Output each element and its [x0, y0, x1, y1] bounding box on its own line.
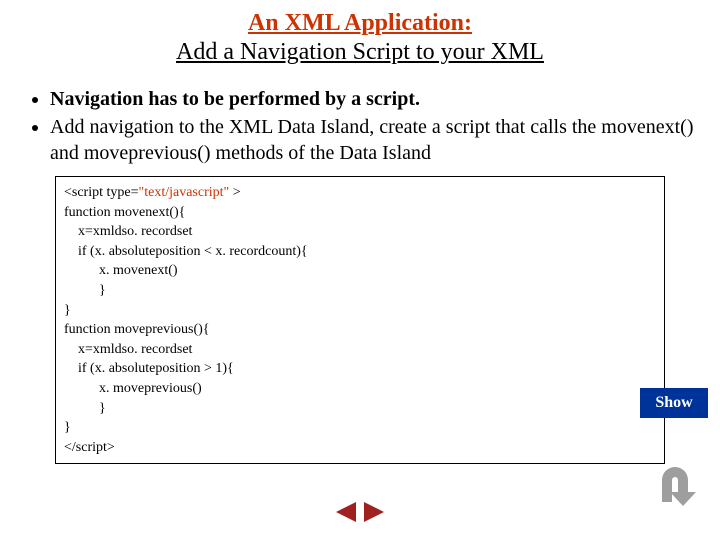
code-line: }	[64, 399, 656, 419]
slide-title: An XML Application: Add a Navigation Scr…	[0, 0, 720, 66]
code-line: x. moveprevious()	[64, 379, 656, 399]
code-line: function moveprevious(){	[64, 320, 656, 340]
code-line: x=xmldso. recordset	[64, 340, 656, 360]
title-line-2: Add a Navigation Script to your XML	[0, 39, 720, 66]
code-line: </script>	[64, 438, 656, 458]
show-button[interactable]: Show	[640, 388, 708, 418]
bullet-item-1: Navigation has to be performed by a scri…	[50, 86, 710, 112]
bullet-item-2: Add navigation to the XML Data Island, c…	[50, 114, 710, 166]
code-line: if (x. absoluteposition > 1){	[64, 359, 656, 379]
uturn-icon[interactable]	[650, 462, 700, 512]
code-line: function movenext(){	[64, 203, 656, 223]
code-line: }	[64, 281, 656, 301]
title-line-1: An XML Application:	[0, 10, 720, 37]
show-button-label: Show	[655, 394, 692, 412]
code-block: <script type="text/javascript" > functio…	[55, 176, 665, 464]
prev-arrow-icon[interactable]	[332, 500, 358, 524]
bullet-list: Navigation has to be performed by a scri…	[0, 86, 720, 166]
code-line: x=xmldso. recordset	[64, 222, 656, 242]
code-line: }	[64, 418, 656, 438]
code-line: <script type="text/javascript" >	[64, 183, 656, 203]
code-line: if (x. absoluteposition < x. recordcount…	[64, 242, 656, 262]
next-arrow-icon[interactable]	[362, 500, 388, 524]
bullet-text-1: Navigation has to be performed by a scri…	[50, 88, 420, 110]
nav-arrows	[332, 500, 388, 524]
code-line: }	[64, 301, 656, 321]
bullet-text-2: Add navigation to the XML Data Island, c…	[50, 116, 694, 164]
code-line: x. movenext()	[64, 261, 656, 281]
